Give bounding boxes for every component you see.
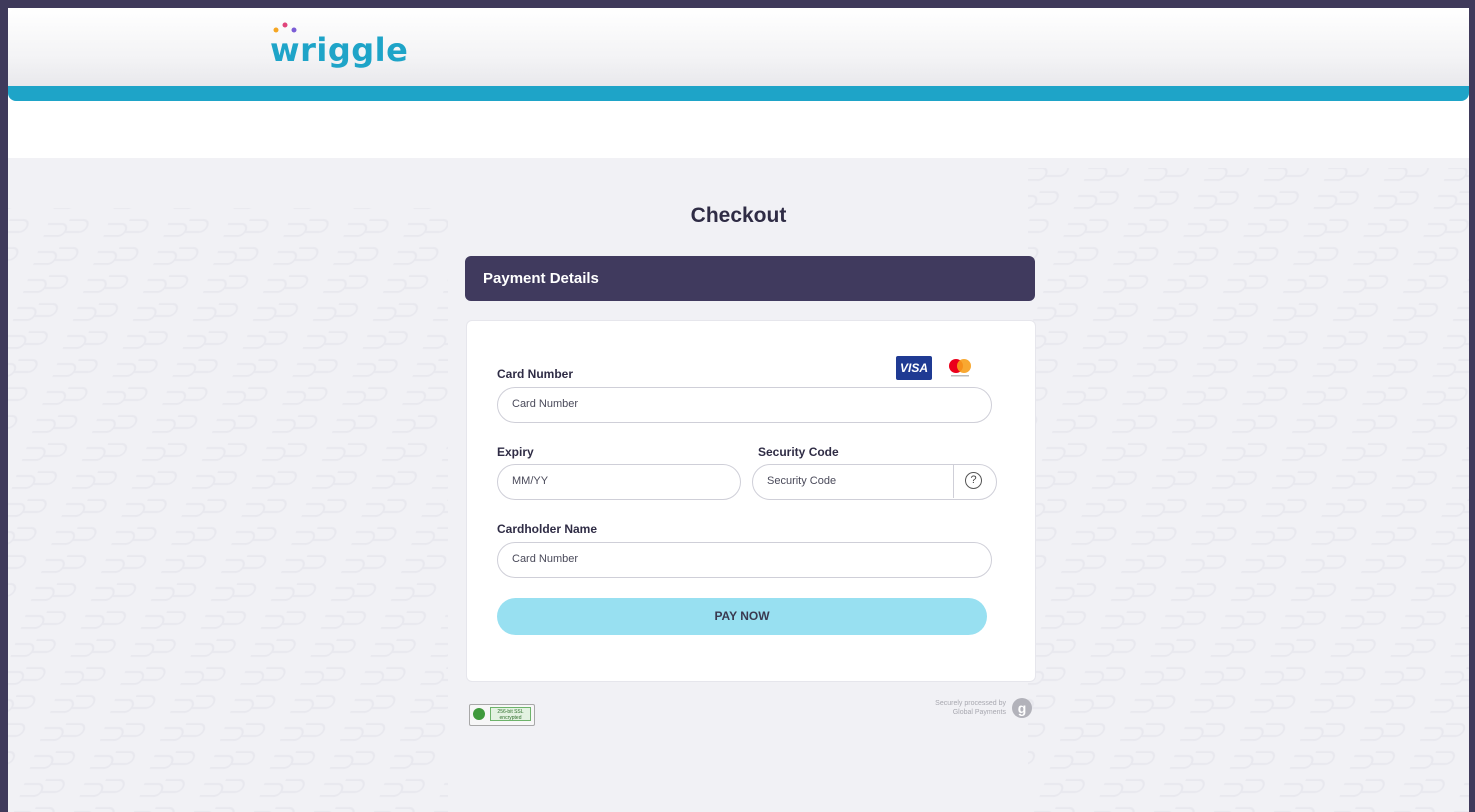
header-accent-bar [8,86,1469,101]
background-pattern-left [8,208,448,812]
browser-viewport: wriggle Checkout Payment Details VISA Ca… [8,8,1469,812]
card-number-input[interactable]: Card Number [497,387,992,423]
cardholder-name-input[interactable]: Card Number [497,542,992,578]
site-header: wriggle [8,8,1469,92]
security-code-label: Security Code [758,445,839,459]
payment-form: VISA Card Number Card Number Expiry MM/Y… [466,320,1036,682]
ssl-badge: 256-bit SSL encrypted [469,704,535,726]
page-title: Checkout [690,204,787,227]
security-code-placeholder: Security Code [767,475,837,487]
processed-line-1: Securely processed by [935,700,1006,707]
logo-text: wriggle [270,31,409,69]
mastercard-icon [949,359,971,377]
expiry-label: Expiry [497,445,534,459]
pay-now-button[interactable]: PAY NOW [497,598,987,635]
lock-icon [473,708,485,720]
card-number-label: Card Number [497,367,574,381]
global-payments-logo-icon: g [1012,698,1032,718]
wriggle-logo[interactable]: wriggle [270,22,409,72]
background-pattern-right [1028,168,1469,812]
checkout-area: Checkout Payment Details VISA Card Numbe… [8,158,1469,812]
security-code-help[interactable]: ? [953,465,996,498]
expiry-input[interactable]: MM/YY [497,464,741,500]
cardholder-name-label: Cardholder Name [497,522,598,536]
payment-details-header: Payment Details [465,256,1035,301]
logo-dots-icon [273,22,297,33]
ssl-badge-text: 256-bit SSL encrypted [490,707,531,721]
security-code-input[interactable]: Security Code ? [752,464,997,500]
question-mark-icon: ? [965,472,982,489]
visa-icon: VISA [896,356,932,380]
processed-line-2: Global Payments [952,709,1006,716]
processed-by-text: Securely processed by Global Payments [894,699,1006,717]
